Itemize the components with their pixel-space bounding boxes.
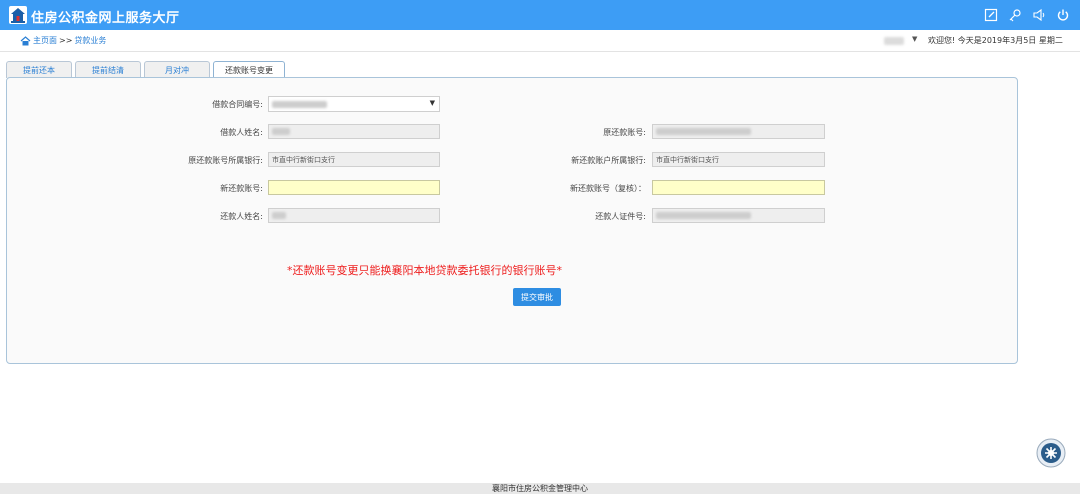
breadcrumb-current[interactable]: 贷款业务 (74, 35, 106, 46)
borrower-name-field (268, 124, 440, 139)
contract-no-blurred-value (272, 100, 327, 108)
orig-account-label: 原还款账号: (603, 128, 646, 137)
repayer-id-blurred-value (656, 212, 751, 219)
new-account-label: 新还款账号: (220, 184, 263, 193)
contract-no-label: 借款合同编号: (212, 100, 263, 109)
orig-account-blurred-value (656, 128, 751, 135)
home-icon[interactable] (20, 35, 31, 46)
repayer-name-field (268, 208, 440, 223)
tab-early-settle[interactable]: 提前结清 (75, 61, 141, 78)
new-bank-field: 市直中行新街口支行 (652, 152, 825, 167)
new-account-input[interactable] (268, 180, 440, 195)
submit-approval-button[interactable]: 提交审批 (513, 288, 561, 306)
new-account-confirm-label: 新还款账号（复核）： (570, 184, 646, 193)
edit-icon[interactable] (981, 5, 1001, 25)
chevron-down-icon: ▼ (429, 99, 435, 107)
orig-bank-label: 原还款账号所属银行: (188, 156, 263, 165)
power-icon[interactable] (1053, 5, 1073, 25)
sub-header-bar: 主页面 >> 贷款业务 ▼ 欢迎您! 今天是2019年3月5日 星期二 (0, 30, 1080, 52)
repayer-name-blurred-value (272, 212, 286, 219)
borrower-name-blurred-value (272, 128, 290, 135)
breadcrumb: 主页面 >> 贷款业务 (20, 35, 106, 46)
breadcrumb-home-link[interactable]: 主页面 (33, 35, 57, 46)
breadcrumb-separator: >> (59, 36, 73, 45)
orig-bank-field: 市直中行新街口支行 (268, 152, 440, 167)
repayer-name-label: 还款人姓名: (220, 212, 263, 221)
welcome-text: 欢迎您! 今天是2019年3月5日 星期二 (928, 36, 1063, 45)
key-icon[interactable] (1005, 5, 1025, 25)
new-bank-label: 新还款账户所属银行: (571, 156, 646, 165)
tab-early-repay-principal[interactable]: 提前还本 (6, 61, 72, 78)
sound-icon[interactable] (1029, 5, 1049, 25)
warning-text: *还款账号变更只能换襄阳本地贷款委托银行的银行账号* (287, 264, 562, 277)
user-name-blurred (884, 37, 904, 45)
footer: 襄阳市住房公积金管理中心 (0, 483, 1080, 494)
app-title: 住房公积金网上服务大厅 (31, 11, 180, 26)
repayer-id-field (652, 208, 825, 223)
repayer-id-label: 还款人证件号: (595, 212, 646, 221)
new-account-confirm-input[interactable] (652, 180, 825, 195)
user-menu-caret-icon[interactable]: ▼ (912, 35, 917, 43)
top-header-bar: 住房公积金网上服务大厅 (0, 0, 1080, 30)
tab-monthly-offset[interactable]: 月对冲 (144, 61, 210, 78)
contract-no-select[interactable]: ▼ (268, 96, 440, 112)
borrower-name-label: 借款人姓名: (220, 128, 263, 137)
form-panel (6, 77, 1018, 364)
orig-account-field (652, 124, 825, 139)
logo-icon (9, 6, 27, 24)
service-badge-icon[interactable] (1036, 438, 1066, 468)
